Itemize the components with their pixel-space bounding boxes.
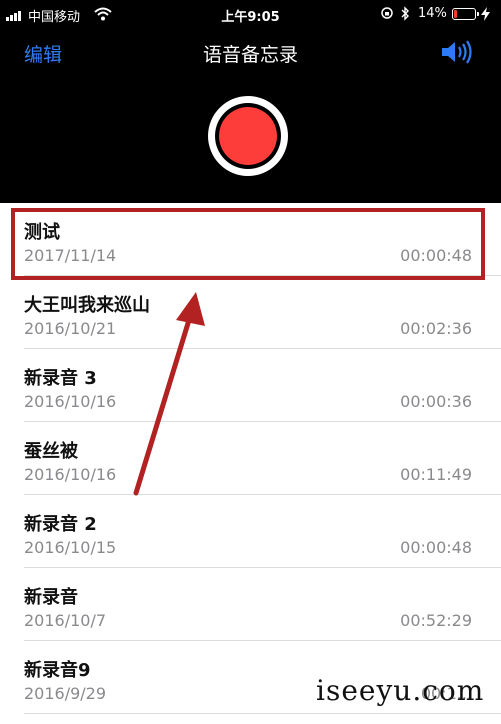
recording-date: 2016/10/16 xyxy=(24,465,117,484)
list-item[interactable]: 新录音 2 2016/10/15 00:00:48 xyxy=(0,495,501,568)
recording-date: 2016/10/16 xyxy=(24,392,117,411)
record-dot-icon xyxy=(219,107,277,165)
recording-name: 新录音 3 xyxy=(24,368,97,389)
highlight-box xyxy=(11,208,485,280)
list-item[interactable]: 新录音 2016/10/7 00:52:29 xyxy=(0,568,501,641)
recording-name: 蚕丝被 xyxy=(24,441,78,462)
battery-icon xyxy=(452,8,479,20)
list-item[interactable]: 新录音 3 2016/10/16 00:00:36 xyxy=(0,349,501,422)
recording-date: 2016/10/21 xyxy=(24,319,117,338)
divider xyxy=(24,713,501,714)
watermark-text: iseeyu.com xyxy=(316,674,485,707)
battery-percentage: 14% xyxy=(418,6,447,21)
list-item[interactable]: 蚕丝被 2016/10/16 00:11:49 xyxy=(0,422,501,495)
list-item[interactable]: 大王叫我来巡山 2016/10/21 00:02:36 xyxy=(0,276,501,349)
orientation-lock-icon xyxy=(381,7,393,19)
charging-icon xyxy=(481,7,490,21)
recording-duration: 00:11:49 xyxy=(400,465,472,484)
recording-date: 2016/10/15 xyxy=(24,538,117,557)
speaker-icon[interactable] xyxy=(440,38,474,66)
recording-name: 新录音 2 xyxy=(24,514,97,535)
page-title: 语音备忘录 xyxy=(202,44,298,66)
recording-duration: 00:02:36 xyxy=(400,319,472,338)
recording-date: 2016/9/29 xyxy=(24,684,107,703)
recording-name: 大王叫我来巡山 xyxy=(24,295,150,316)
recording-name: 新录音9 xyxy=(24,660,91,681)
recording-duration: 00:52:29 xyxy=(400,611,472,630)
bluetooth-icon xyxy=(401,6,409,21)
recording-duration: 00:00:36 xyxy=(400,392,472,411)
recording-duration: 00:00:48 xyxy=(400,538,472,557)
status-bar: 中国移动 上午9:05 14% xyxy=(0,0,501,30)
recording-name: 新录音 xyxy=(24,587,78,608)
record-button[interactable] xyxy=(208,96,288,176)
recording-date: 2016/10/7 xyxy=(24,611,107,630)
header-area: 中国移动 上午9:05 14% 编辑 语音备忘录 xyxy=(0,0,501,203)
